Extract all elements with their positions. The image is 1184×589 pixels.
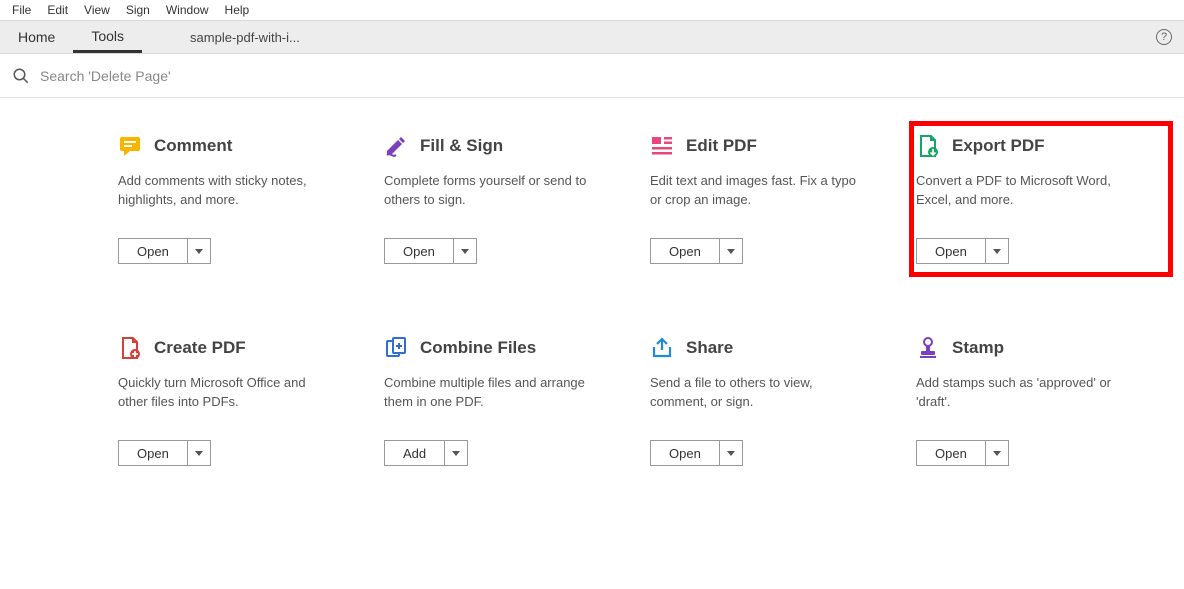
search-row: [0, 54, 1184, 98]
menu-view[interactable]: View: [76, 1, 118, 19]
tool-head: Export PDF: [916, 134, 1160, 158]
stamp-icon: [916, 336, 940, 360]
tool-description: Quickly turn Microsoft Office and other …: [118, 374, 333, 412]
edit-pdf-icon: [650, 134, 674, 158]
tool-title: Fill & Sign: [420, 136, 503, 156]
tool-combine-files: Combine Files Combine multiple files and …: [384, 330, 634, 472]
tool-action-group: Open: [650, 440, 743, 466]
tool-export-pdf: Export PDF Convert a PDF to Microsoft Wor…: [916, 128, 1166, 270]
tool-comment: Comment Add comments with sticky notes, h…: [118, 128, 368, 270]
action-dropdown-button[interactable]: [188, 239, 210, 263]
menu-help[interactable]: Help: [217, 1, 258, 19]
search-input[interactable]: [40, 68, 440, 84]
tool-head: Comment: [118, 134, 362, 158]
tab-document[interactable]: sample-pdf-with-i...: [172, 21, 318, 53]
combine-files-icon: [384, 336, 408, 360]
action-dropdown-button[interactable]: [445, 441, 467, 465]
open-button[interactable]: Open: [119, 239, 188, 263]
tool-head: Share: [650, 336, 894, 360]
tool-action-group: Open: [118, 238, 211, 264]
tool-action-group: Open: [118, 440, 211, 466]
menu-sign[interactable]: Sign: [118, 1, 158, 19]
help-icon[interactable]: ?: [1156, 29, 1172, 45]
menu-bar: File Edit View Sign Window Help: [0, 0, 1184, 20]
tool-description: Convert a PDF to Microsoft Word, Excel, …: [916, 172, 1131, 210]
chevron-down-icon: [727, 451, 735, 456]
open-button[interactable]: Open: [917, 239, 986, 263]
open-button[interactable]: Open: [385, 239, 454, 263]
tool-head: Stamp: [916, 336, 1160, 360]
tool-title: Combine Files: [420, 338, 536, 358]
tool-title: Edit PDF: [686, 136, 757, 156]
share-icon: [650, 336, 674, 360]
chevron-down-icon: [195, 249, 203, 254]
tool-stamp: Stamp Add stamps such as 'approved' or 'd…: [916, 330, 1166, 472]
open-button[interactable]: Open: [119, 441, 188, 465]
tool-head: Fill & Sign: [384, 134, 628, 158]
tool-description: Add stamps such as 'approved' or 'draft'…: [916, 374, 1131, 412]
tool-description: Add comments with sticky notes, highligh…: [118, 172, 333, 210]
tool-action-group: Open: [650, 238, 743, 264]
chevron-down-icon: [993, 451, 1001, 456]
tool-action-group: Open: [916, 238, 1009, 264]
action-dropdown-button[interactable]: [188, 441, 210, 465]
tool-title: Comment: [154, 136, 232, 156]
open-button[interactable]: Open: [917, 441, 986, 465]
tool-description: Send a file to others to view, comment, …: [650, 374, 865, 412]
tool-head: Create PDF: [118, 336, 362, 360]
tool-description: Edit text and images fast. Fix a typo or…: [650, 172, 865, 210]
tool-description: Complete forms yourself or send to other…: [384, 172, 599, 210]
tool-description: Combine multiple files and arrange them …: [384, 374, 599, 412]
tool-title: Stamp: [952, 338, 1004, 358]
open-button[interactable]: Open: [651, 239, 720, 263]
comment-icon: [118, 134, 142, 158]
tool-title: Create PDF: [154, 338, 246, 358]
chevron-down-icon: [461, 249, 469, 254]
action-dropdown-button[interactable]: [986, 441, 1008, 465]
search-icon: [12, 67, 30, 85]
tool-create-pdf: Create PDF Quickly turn Microsoft Office …: [118, 330, 368, 472]
tool-action-group: Open: [916, 440, 1009, 466]
create-pdf-icon: [118, 336, 142, 360]
action-dropdown-button[interactable]: [454, 239, 476, 263]
chevron-down-icon: [993, 249, 1001, 254]
tool-head: Edit PDF: [650, 134, 894, 158]
tool-title: Share: [686, 338, 733, 358]
tab-home[interactable]: Home: [0, 21, 73, 53]
tool-action-group: Add: [384, 440, 468, 466]
action-dropdown-button[interactable]: [986, 239, 1008, 263]
action-dropdown-button[interactable]: [720, 441, 742, 465]
menu-edit[interactable]: Edit: [39, 1, 76, 19]
chevron-down-icon: [452, 451, 460, 456]
tool-head: Combine Files: [384, 336, 628, 360]
fill-sign-icon: [384, 134, 408, 158]
open-button[interactable]: Open: [651, 441, 720, 465]
tool-action-group: Open: [384, 238, 477, 264]
menu-file[interactable]: File: [4, 1, 39, 19]
chevron-down-icon: [195, 451, 203, 456]
menu-window[interactable]: Window: [158, 1, 217, 19]
export-pdf-icon: [916, 134, 940, 158]
tool-share: Share Send a file to others to view, comm…: [650, 330, 900, 472]
tool-grid: Comment Add comments with sticky notes, h…: [118, 128, 1124, 472]
tab-bar: Home Tools sample-pdf-with-i... ?: [0, 20, 1184, 54]
tool-title: Export PDF: [952, 136, 1045, 156]
add-button[interactable]: Add: [385, 441, 445, 465]
action-dropdown-button[interactable]: [720, 239, 742, 263]
tab-tools[interactable]: Tools: [73, 21, 142, 53]
tools-content: Comment Add comments with sticky notes, h…: [0, 98, 1184, 472]
tool-fill-sign: Fill & Sign Complete forms yourself or se…: [384, 128, 634, 270]
tool-edit-pdf: Edit PDF Edit text and images fast. Fix a…: [650, 128, 900, 270]
chevron-down-icon: [727, 249, 735, 254]
